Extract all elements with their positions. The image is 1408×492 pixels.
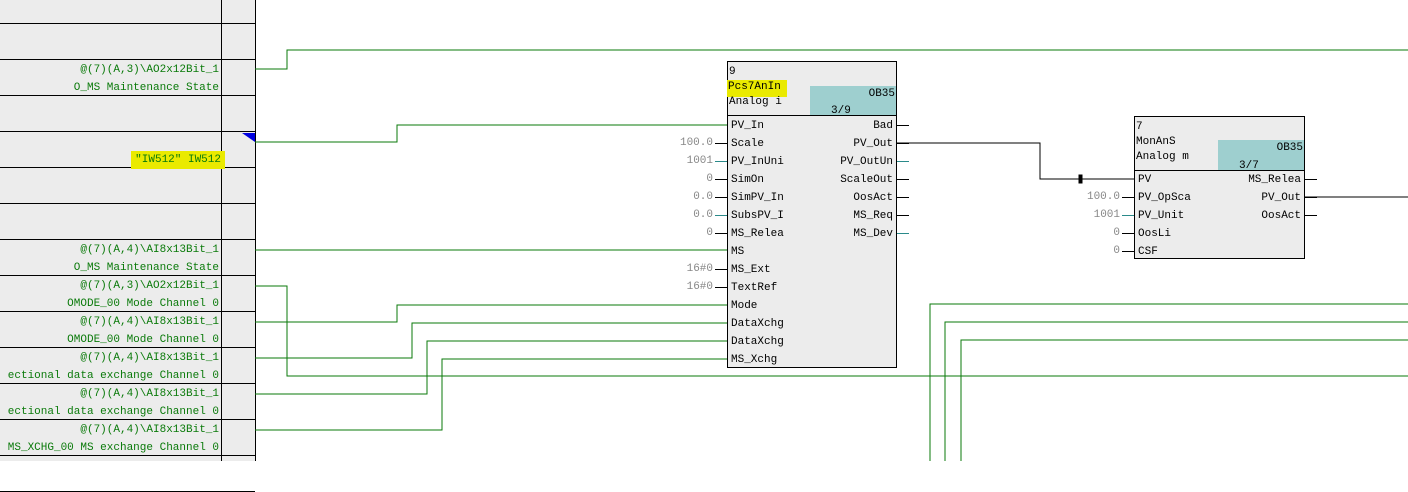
input-pin[interactable]: MS xyxy=(731,243,744,261)
block-sequence: 3/9 xyxy=(831,105,851,117)
output-pin[interactable]: ScaleOut xyxy=(840,171,893,189)
output-pin[interactable]: PV_Out xyxy=(853,135,893,153)
wire-ai-omode-mode xyxy=(255,304,727,323)
input-value[interactable]: 0.0 xyxy=(653,188,713,206)
input-pin[interactable]: PV_InUni xyxy=(731,153,784,171)
output-pin[interactable]: PV_Out xyxy=(1261,189,1301,207)
input-value[interactable]: 0 xyxy=(653,170,713,188)
input-pin-line xyxy=(715,161,727,162)
output-pin-line xyxy=(897,161,909,162)
input-pin-line xyxy=(1122,215,1134,216)
input-value[interactable]: 100.0 xyxy=(1060,188,1120,206)
input-value[interactable]: 100.0 xyxy=(653,134,713,152)
output-pin-line xyxy=(897,233,909,234)
output-pin-line xyxy=(897,125,909,126)
output-pin-line xyxy=(897,197,909,198)
output-pin-line xyxy=(897,215,909,216)
input-value[interactable]: 0 xyxy=(1060,242,1120,260)
connection-marker xyxy=(1078,174,1083,184)
input-pin-line xyxy=(715,287,727,288)
block-number: 9 xyxy=(729,66,736,78)
input-pin[interactable]: PV xyxy=(1138,171,1151,189)
input-pin[interactable]: CSF xyxy=(1138,243,1158,261)
block-pcs7anin[interactable]: OB35 3/9 9 Pcs7AnIn Analog i PV_In Scale PV_InU… xyxy=(727,61,897,368)
input-pin[interactable]: PV_Unit xyxy=(1138,207,1184,225)
input-value[interactable]: 0.0 xyxy=(653,206,713,224)
wire-right-2 xyxy=(944,321,1408,461)
input-pin[interactable]: TextRef xyxy=(731,279,777,297)
output-pin-line xyxy=(1305,179,1317,180)
input-value[interactable]: 16#0 xyxy=(653,278,713,296)
input-pin[interactable]: PV_OpSca xyxy=(1138,189,1191,207)
input-pin[interactable]: Mode xyxy=(731,297,757,315)
output-pin[interactable]: PV_OutUn xyxy=(840,153,893,171)
output-pin[interactable]: MS_Req xyxy=(853,207,893,225)
input-pin[interactable]: DataXchg xyxy=(731,315,784,333)
input-pin[interactable]: MS_Relea xyxy=(731,225,784,243)
output-pin-line xyxy=(897,143,909,144)
interconnect-marker-icon xyxy=(242,133,255,142)
input-pin[interactable]: Scale xyxy=(731,135,764,153)
sheet-bar-row[interactable] xyxy=(0,456,255,492)
input-pin[interactable]: PV_In xyxy=(731,117,764,135)
input-pin-line xyxy=(1122,233,1134,234)
input-value[interactable]: 1001 xyxy=(1060,206,1120,224)
input-pin[interactable]: OosLi xyxy=(1138,225,1171,243)
input-pin[interactable]: SubsPV_I xyxy=(731,207,784,225)
input-value[interactable]: 0 xyxy=(1060,224,1120,242)
output-pin[interactable]: Bad xyxy=(873,117,893,135)
input-pin[interactable]: SimOn xyxy=(731,171,764,189)
wire-right-1 xyxy=(929,303,1408,461)
block-number: 7 xyxy=(1136,121,1143,133)
input-pin[interactable]: DataXchg xyxy=(731,333,784,351)
block-comment: Analog m xyxy=(1136,151,1189,163)
block-ob-label: OB35 xyxy=(868,88,895,100)
output-pin-line xyxy=(897,179,909,180)
input-pin-line xyxy=(1122,197,1134,198)
output-pin[interactable]: MS_Dev xyxy=(853,225,893,243)
input-pin[interactable]: MS_Xchg xyxy=(731,351,777,369)
block-ob-label: OB35 xyxy=(1276,142,1303,154)
block-runtime-box: OB35 3/7 xyxy=(1218,140,1304,172)
input-value[interactable]: 1001 xyxy=(653,152,713,170)
block-monans[interactable]: OB35 3/7 7 MonAnS Analog m PV PV_OpSca PV_Unit O… xyxy=(1134,116,1305,259)
wire-right-3 xyxy=(960,339,1408,461)
input-pin[interactable]: SimPV_In xyxy=(731,189,784,207)
input-value[interactable]: 0 xyxy=(653,224,713,242)
output-pin-line xyxy=(1305,215,1317,216)
input-pin-line xyxy=(1122,251,1134,252)
output-pin[interactable]: MS_Relea xyxy=(1248,171,1301,189)
block-runtime-box: OB35 3/9 xyxy=(810,86,896,117)
input-pin-line xyxy=(715,233,727,234)
input-pin-line xyxy=(715,179,727,180)
input-value[interactable]: 16#0 xyxy=(653,260,713,278)
block-comment: Analog i xyxy=(729,96,782,108)
output-pin[interactable]: OosAct xyxy=(853,189,893,207)
input-pin[interactable]: MS_Ext xyxy=(731,261,771,279)
output-pin[interactable]: OosAct xyxy=(1261,207,1301,225)
block-type: MonAnS xyxy=(1136,136,1176,148)
input-pin-line xyxy=(715,269,727,270)
wire-dataxchg-2 xyxy=(255,340,727,395)
output-pin-line xyxy=(1305,197,1317,198)
input-pin-line xyxy=(715,215,727,216)
block-header: OB35 3/9 9 Pcs7AnIn Analog i xyxy=(727,62,896,117)
block-header: OB35 3/7 7 MonAnS Analog m xyxy=(1135,117,1304,172)
input-pin-line xyxy=(715,197,727,198)
input-pin-line xyxy=(715,143,727,144)
wire-pvout-pv xyxy=(896,142,1134,180)
